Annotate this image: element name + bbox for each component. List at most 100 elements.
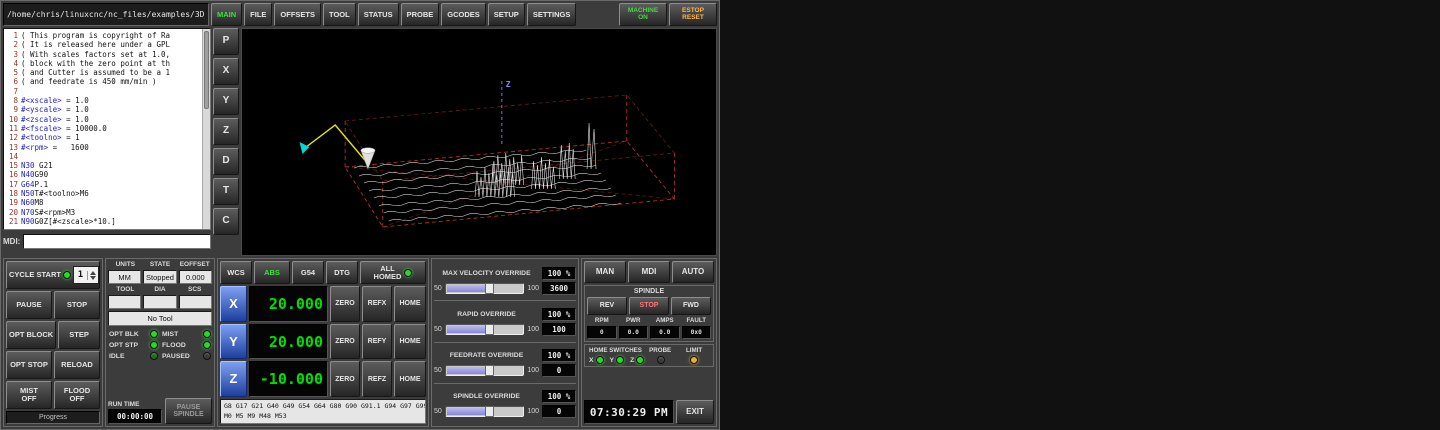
man-mode-button[interactable]: MAN [584,261,626,283]
gcode-preview[interactable]: Z [241,28,717,256]
axis-row: X 20.000 ZERO REFX HOME [220,286,426,322]
zero-button[interactable]: ZERO [330,286,360,322]
ref-button[interactable]: REFX [362,286,392,322]
all-homed-label-2: HOMED [374,273,402,281]
home-button[interactable]: HOME [394,361,426,397]
spin-down-icon[interactable] [90,276,96,280]
dro-value-box: -10.000 [249,361,328,397]
slider-handle[interactable] [485,283,494,294]
menu-gcodes-button[interactable]: GCODES [441,3,486,26]
mist-off-button[interactable]: MIST OFF [6,381,52,409]
units-state-values: MM Stopped 0.000 [108,270,212,284]
reload-button[interactable]: RELOAD [54,351,100,379]
all-homed-button[interactable]: ALL HOMED [360,261,426,284]
spindle-fwd-button[interactable]: FWD [671,297,711,315]
opt-block-button[interactable]: OPT BLOCK [6,321,56,349]
opt-stop-button[interactable]: OPT STOP [6,351,52,379]
flood-off-button[interactable]: FLOOD OFF [54,381,100,409]
menu-file-button[interactable]: FILE [244,3,272,26]
auto-mode-button[interactable]: AUTO [672,261,714,283]
cycle-start-button[interactable]: CYCLE START 1 [6,261,100,289]
status-indicator: OPT BLK [109,330,158,338]
run-time-row: RUN TIME 00:00:00 PAUSE SPINDLE [108,364,212,424]
slider-handle[interactable] [485,324,494,335]
editor-scrollbar[interactable] [202,29,210,229]
mdi-entry[interactable] [23,234,211,249]
machine-on-button[interactable]: MACHINE ON [619,3,667,26]
status-indicator: PAUSED [162,352,211,360]
menu-status-button[interactable]: STATUS [358,3,399,26]
switches-frame: HOME SWITCHES PROBE LIMIT X Y [584,344,714,367]
dro-value-box: 20.000 [249,286,328,322]
override-value: 100 [542,323,576,336]
override-label: SPINDLE OVERRIDE [434,393,539,400]
code-keyword: N60 [21,198,35,207]
ref-button[interactable]: REFZ [362,361,392,397]
menu-settings-button[interactable]: SETTINGS [527,3,577,26]
key-c-button[interactable]: C [213,208,239,235]
abs-button[interactable]: ABS [254,261,290,284]
zero-button[interactable]: ZERO [330,361,360,397]
key-x-button[interactable]: X [213,58,239,85]
code-keyword: #<fscale> [21,124,62,133]
dtg-button[interactable]: DTG [326,261,358,284]
home-button[interactable]: HOME [394,286,426,322]
menu-tool-button[interactable]: TOOL [323,3,356,26]
step-button[interactable]: STEP [58,321,100,349]
file-path-entry[interactable] [3,3,209,26]
key-z-button[interactable]: Z [213,118,239,145]
override-min: 50 [434,326,442,333]
override-percent: 100 % [542,267,576,280]
wcs-button[interactable]: WCS [220,261,252,284]
g54-button[interactable]: G54 [292,261,324,284]
override-slider[interactable] [445,283,525,294]
key-t-button[interactable]: T [213,178,239,205]
slider-handle[interactable] [485,406,494,417]
gcode-editor[interactable]: 1( This program is copyright of Ra 2( It… [3,28,211,230]
override-slider[interactable] [445,324,525,335]
cycle-start-led-icon [63,271,71,279]
counter-spinner[interactable] [87,271,98,280]
exit-button[interactable]: EXIT [676,400,714,424]
probe-label: PROBE [643,347,677,354]
key-d-button[interactable]: D [213,148,239,175]
key-p-button[interactable]: P [213,28,239,55]
menu-offsets-button[interactable]: OFFSETS [274,3,321,26]
gcode-lines: 1( This program is copyright of Ra 2( It… [6,31,201,226]
scs-value [179,295,212,309]
all-homed-label: ALL HOMED [374,265,402,281]
stop-button[interactable]: STOP [54,291,100,319]
line-number: 11 [6,124,21,133]
all-homed-led-icon [404,269,412,277]
scrollbar-thumb[interactable] [204,31,209,109]
axis-letter-button[interactable]: Z [220,361,247,397]
menu-setup-button[interactable]: SETUP [488,3,525,26]
override-slider[interactable] [445,406,525,417]
pause-button[interactable]: PAUSE [6,291,52,319]
mdi-mode-button[interactable]: MDI [628,261,670,283]
axis-letter-button[interactable]: X [220,286,247,322]
ref-button[interactable]: REFY [362,324,392,360]
slider-handle[interactable] [485,365,494,376]
cycle-counter[interactable]: 1 [73,266,99,284]
gcode-line: 6( and feedrate is 450 mm/min ) [6,77,201,86]
zero-button[interactable]: ZERO [330,324,360,360]
line-number: 5 [6,68,21,77]
dro-group: WCS ABS G54 DTG ALL HOMED X 20.000 [217,258,429,427]
menu-main-button[interactable]: MAIN [211,3,242,26]
axis-letter-button[interactable]: Y [220,324,247,360]
gcode-line: 8#<xscale> = 1.0 [6,96,201,105]
state-label: STATE [143,261,178,268]
spindle-stop-button[interactable]: STOP [629,297,669,315]
home-button[interactable]: HOME [394,324,426,360]
home-switch-led-icon [616,356,624,364]
estop-reset-button[interactable]: ESTOP RESET [669,3,717,26]
line-number: 17 [6,180,21,189]
menu-probe-button[interactable]: PROBE [401,3,440,26]
override-slider[interactable] [445,365,525,376]
status-group: UNITS STATE EOFFSET MM Stopped 0.000 TOO… [105,258,215,427]
pause-spindle-button[interactable]: PAUSE SPINDLE [165,398,212,424]
spindle-rev-button[interactable]: REV [587,297,627,315]
key-y-button[interactable]: Y [213,88,239,115]
spin-up-icon[interactable] [90,271,96,275]
